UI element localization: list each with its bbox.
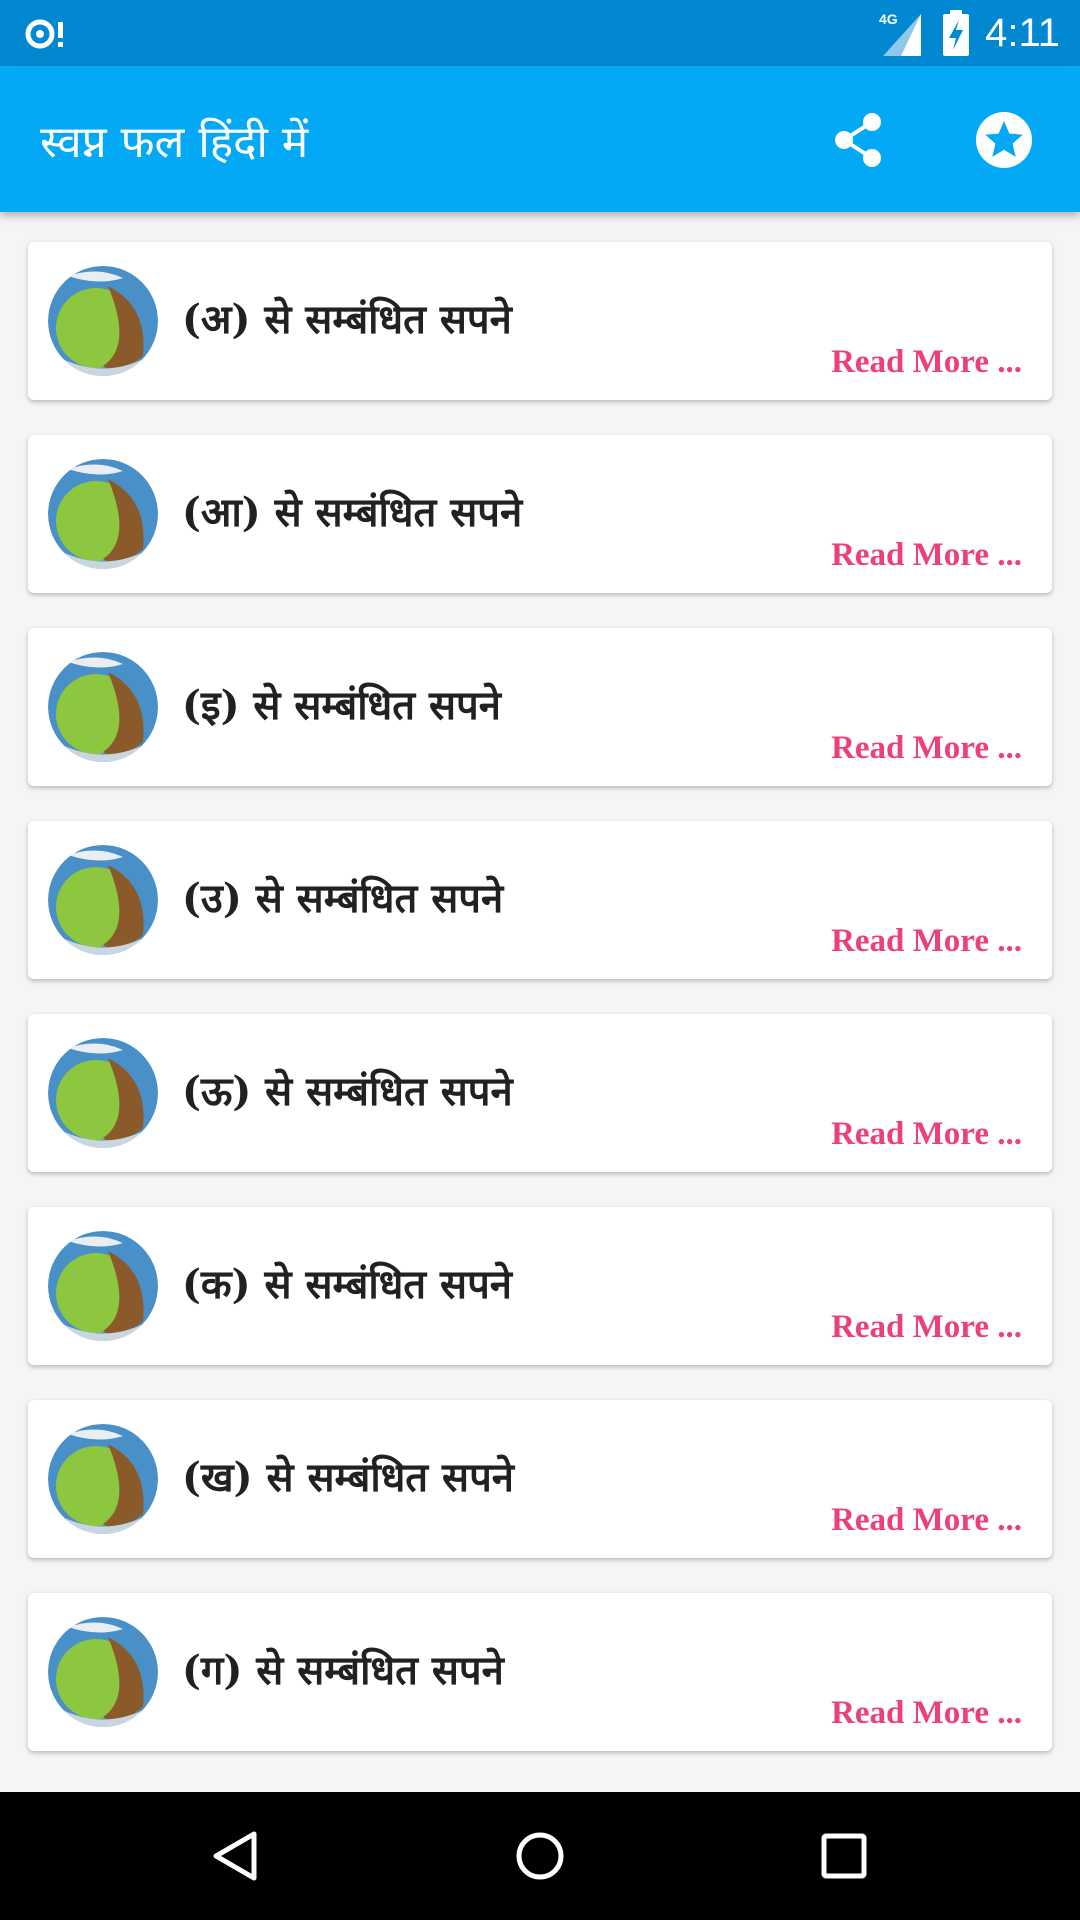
dream-avatar-icon <box>48 845 158 955</box>
dream-avatar-icon <box>48 459 158 569</box>
share-icon[interactable] <box>826 108 890 172</box>
list-item[interactable]: (अ) से सम्बंधित सपने Read More ... <box>28 242 1052 400</box>
status-icons: 4G 4:11 <box>877 0 1060 66</box>
dream-avatar-icon <box>48 1038 158 1148</box>
network-type-label: 4G <box>879 11 898 27</box>
clock: 4:11 <box>985 10 1060 55</box>
dream-category-list: (अ) से सम्बंधित सपने Read More ... (आ) स… <box>0 212 1080 1792</box>
dream-avatar-icon <box>48 1617 158 1727</box>
list-item-title: (क) से सम्बंधित सपने <box>182 1261 512 1308</box>
list-item[interactable]: (उ) से सम्बंधित सपने Read More ... <box>28 821 1052 979</box>
list-item-title: (इ) से सम्बंधित सपने <box>182 682 501 729</box>
app-title: स्वप्न फल हिंदी में <box>40 117 309 168</box>
dream-avatar-icon <box>48 1231 158 1341</box>
list-item-title: (ऊ) से सम्बंधित सपने <box>182 1068 513 1115</box>
list-item-title: (अ) से सम्बंधित सपने <box>182 296 512 343</box>
list-item[interactable]: (इ) से सम्बंधित सपने Read More ... <box>28 628 1052 786</box>
back-icon[interactable] <box>206 1826 266 1886</box>
read-more-link[interactable]: Read More ... <box>831 923 1022 960</box>
cell-signal-icon: 4G <box>879 11 922 56</box>
list-item[interactable]: (क) से सम्बंधित सपने Read More ... <box>28 1207 1052 1365</box>
list-item-title: (ग) से सम्बंधित सपने <box>182 1647 504 1694</box>
list-item-title: (ख) से सम्बंधित सपने <box>182 1454 514 1501</box>
navigation-bar <box>0 1792 1080 1920</box>
read-more-link[interactable]: Read More ... <box>831 537 1022 574</box>
battery-charging-icon <box>943 10 970 56</box>
list-item[interactable]: (ऊ) से सम्बंधित सपने Read More ... <box>28 1014 1052 1172</box>
read-more-link[interactable]: Read More ... <box>831 1116 1022 1153</box>
read-more-link[interactable]: Read More ... <box>831 1502 1022 1539</box>
read-more-link[interactable]: Read More ... <box>831 344 1022 381</box>
list-item-title: (आ) से सम्बंधित सपने <box>182 489 523 536</box>
app-bar: स्वप्न फल हिंदी में <box>0 66 1080 212</box>
read-more-link[interactable]: Read More ... <box>831 1695 1022 1732</box>
list-item[interactable]: (ख) से सम्बंधित सपने Read More ... <box>28 1400 1052 1558</box>
read-more-link[interactable]: Read More ... <box>831 730 1022 767</box>
status-bar: 4G 4:11 <box>0 0 1080 66</box>
recents-icon[interactable] <box>814 1826 874 1886</box>
home-icon[interactable] <box>510 1826 570 1886</box>
star-icon[interactable] <box>972 108 1036 172</box>
list-item[interactable]: (ग) से सम्बंधित सपने Read More ... <box>28 1593 1052 1751</box>
dream-avatar-icon <box>48 266 158 376</box>
list-item[interactable]: (आ) से सम्बंधित सपने Read More ... <box>28 435 1052 593</box>
list-item-title: (उ) से सम्बंधित सपने <box>182 875 504 922</box>
dream-avatar-icon <box>48 652 158 762</box>
sync-alert-icon <box>25 19 63 49</box>
read-more-link[interactable]: Read More ... <box>831 1309 1022 1346</box>
dream-avatar-icon <box>48 1424 158 1534</box>
